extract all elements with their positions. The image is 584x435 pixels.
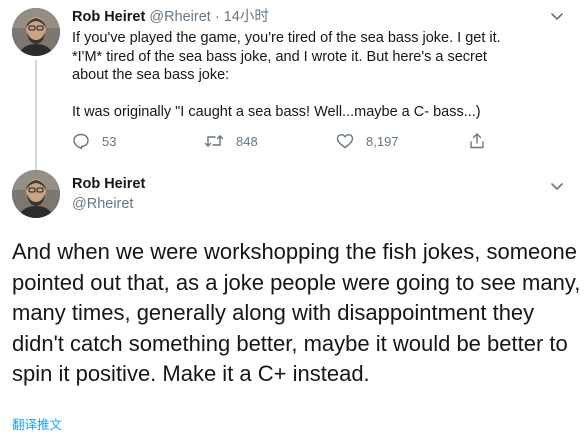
chevron-down-icon[interactable] — [550, 12, 564, 22]
heart-icon — [336, 134, 354, 149]
tweet-text-line: If you've played the game, you're tired … — [72, 30, 501, 46]
reply-icon — [73, 133, 89, 150]
author-name[interactable]: Rob Heiret — [72, 9, 145, 25]
retweet-count: 848 — [236, 133, 258, 149]
thread-connector-line — [35, 60, 37, 172]
author-name[interactable]: Rob Heiret — [72, 176, 145, 192]
tweet-actions: 53 848 8,197 — [72, 132, 502, 152]
reply-button[interactable]: 53 — [72, 132, 116, 150]
tweet-text-line: *I'M* tired of the sea bass joke, and I … — [72, 48, 487, 65]
reply-count: 53 — [102, 133, 117, 149]
translate-tweet-link[interactable]: 翻译推文 — [12, 414, 62, 433]
tweet-header: Rob Heiret @Rheiret · 14小时 — [72, 8, 269, 26]
retweet-icon — [204, 135, 224, 147]
like-button[interactable]: 8,197 — [336, 132, 399, 150]
avatar[interactable] — [12, 170, 60, 218]
tweet-text: If you've played the game, you're tired … — [72, 29, 572, 122]
author-handle[interactable]: @Rheiret — [149, 9, 210, 25]
share-icon — [470, 133, 484, 149]
share-button[interactable] — [468, 132, 486, 150]
chevron-down-icon[interactable] — [550, 182, 564, 192]
avatar[interactable] — [12, 8, 60, 56]
retweet-button[interactable]: 848 — [204, 132, 258, 150]
separator-dot: · — [214, 9, 220, 25]
like-count: 8,197 — [366, 133, 399, 149]
author-handle[interactable]: @Rheiret — [72, 196, 133, 212]
tweet-timestamp[interactable]: 14小时 — [224, 9, 269, 25]
tweet-text: And when we were workshopping the fish j… — [12, 239, 581, 386]
tweet-text-line: It was originally "I caught a sea bass! … — [72, 104, 481, 120]
tweet-text-line: about the sea bass joke: — [72, 67, 230, 83]
